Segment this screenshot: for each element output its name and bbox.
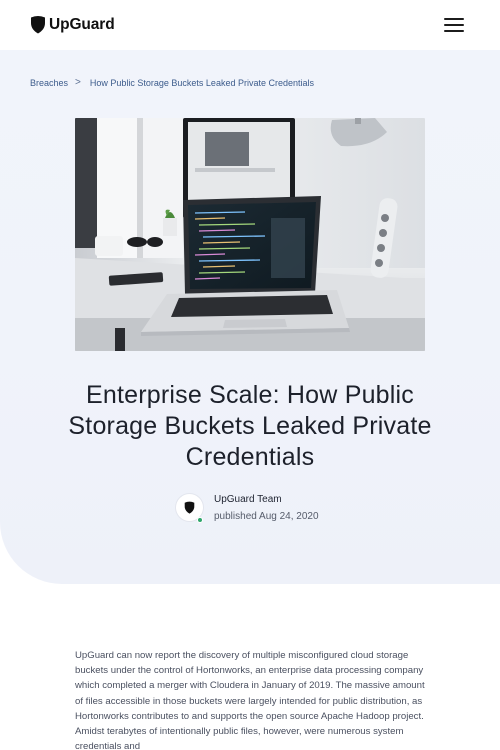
hamburger-line bbox=[444, 30, 464, 32]
laptop-desk-photo bbox=[75, 118, 425, 351]
brand-name: UpGuard bbox=[49, 15, 115, 33]
status-indicator-dot bbox=[197, 517, 203, 523]
published-date: published Aug 24, 2020 bbox=[214, 511, 319, 522]
upguard-shield-icon bbox=[31, 16, 45, 34]
brand-logo[interactable]: UpGuard bbox=[30, 15, 115, 34]
hamburger-line bbox=[444, 24, 464, 26]
article-title: Enterprise Scale: How Public Storage Buc… bbox=[68, 381, 432, 471]
author-info: UpGuard Team published Aug 24, 2020 bbox=[176, 493, 376, 527]
feature-image bbox=[75, 118, 425, 351]
breadcrumb-separator-icon: > bbox=[75, 77, 81, 88]
upguard-shield-icon bbox=[184, 501, 195, 514]
breadcrumb: Breaches > How Public Storage Buckets Le… bbox=[30, 77, 314, 88]
hamburger-menu-icon bbox=[444, 18, 464, 20]
top-nav-bar: UpGuard bbox=[0, 0, 500, 50]
article-body-paragraph: UpGuard can now report the discovery of … bbox=[75, 650, 425, 750]
hamburger-menu-button[interactable] bbox=[444, 16, 466, 34]
breadcrumb-link-breaches[interactable]: Breaches bbox=[30, 78, 68, 88]
breadcrumb-current-page[interactable]: How Public Storage Buckets Leaked Privat… bbox=[90, 78, 314, 88]
author-name[interactable]: UpGuard Team bbox=[214, 494, 282, 505]
